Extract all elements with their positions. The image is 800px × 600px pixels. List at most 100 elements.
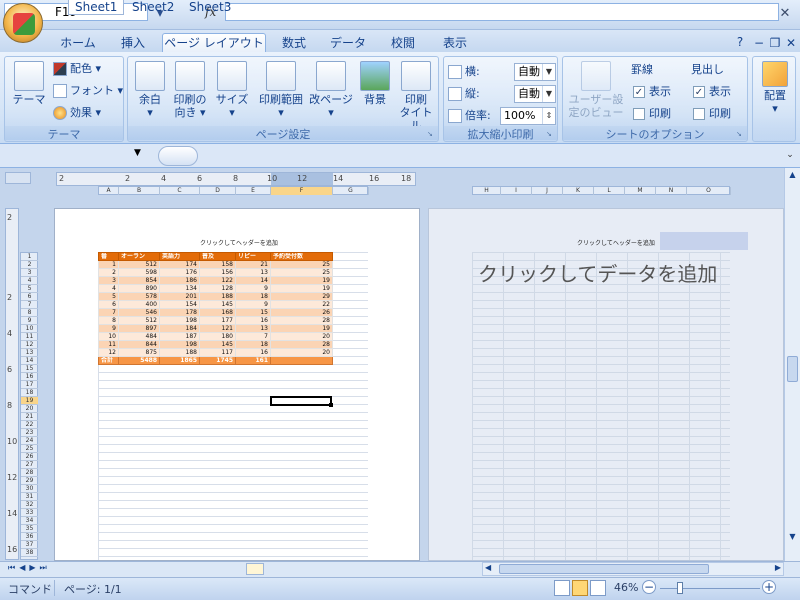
tab-insert[interactable]: 挿入: [110, 34, 156, 52]
fill-handle[interactable]: [329, 403, 333, 407]
headings-show-checkbox[interactable]: ✓ 表示: [693, 83, 731, 101]
table-total-cell[interactable]: 合計: [98, 356, 119, 365]
table-cell[interactable]: 9: [235, 284, 271, 293]
table-cell[interactable]: 854: [118, 276, 160, 285]
column-header[interactable]: E: [236, 187, 271, 195]
zoom-slider-thumb[interactable]: [677, 582, 683, 594]
zoom-in-icon[interactable]: +: [762, 580, 776, 594]
select-all-corner[interactable]: [5, 172, 31, 184]
table-cell[interactable]: 201: [159, 292, 200, 301]
table-cell[interactable]: 156: [199, 268, 236, 277]
sheet-tab-sheet1[interactable]: Sheet1: [68, 0, 125, 15]
table-total-cell[interactable]: 1745: [199, 356, 236, 365]
table-cell[interactable]: 5: [98, 292, 119, 301]
table-cell[interactable]: 10: [98, 332, 119, 341]
table-cell[interactable]: 154: [159, 300, 200, 309]
table-cell[interactable]: 184: [159, 324, 200, 333]
table-header-cell[interactable]: 英語力: [159, 252, 200, 261]
table-cell[interactable]: 134: [159, 284, 200, 293]
expand-formula-bar-icon[interactable]: ⌄: [783, 147, 797, 163]
tab-home[interactable]: ホーム: [50, 34, 106, 52]
theme-colors-button[interactable]: 配色 ▾: [53, 60, 101, 78]
table-cell[interactable]: 484: [118, 332, 160, 341]
margins-button[interactable]: 余白 ▾: [132, 61, 168, 119]
zoom-slider-track[interactable]: [660, 588, 760, 589]
ribbon-restore-button[interactable]: ❐: [768, 34, 782, 52]
ribbon-minimize-button[interactable]: −: [752, 34, 766, 52]
table-cell[interactable]: 128: [199, 284, 236, 293]
column-header[interactable]: O: [687, 187, 731, 195]
row-header[interactable]: 38: [21, 549, 38, 557]
table-cell[interactable]: 198: [159, 316, 200, 325]
table-cell[interactable]: 9: [98, 324, 119, 333]
background-button[interactable]: 背景: [358, 61, 392, 106]
zoom-out-icon[interactable]: −: [642, 580, 656, 594]
table-cell[interactable]: 16: [235, 348, 271, 357]
size-button[interactable]: サイズ ▾: [214, 61, 250, 119]
gridlines-show-checkbox[interactable]: ✓ 表示: [633, 83, 671, 101]
row-header[interactable]: 37: [21, 541, 38, 549]
help-icon[interactable]: ?: [733, 33, 747, 51]
scale-width-select[interactable]: 自動 ▼: [514, 63, 556, 81]
table-cell[interactable]: 8: [98, 316, 119, 325]
table-cell[interactable]: 145: [199, 300, 236, 309]
page-break-preview-icon[interactable]: [590, 580, 606, 596]
table-cell[interactable]: 7: [98, 308, 119, 317]
orientation-button[interactable]: 印刷の 向き ▾: [170, 61, 210, 119]
row-header[interactable]: 10: [21, 325, 38, 333]
table-cell[interactable]: 9: [235, 300, 271, 309]
table-cell[interactable]: 25: [270, 268, 333, 277]
row-header[interactable]: 28: [21, 469, 38, 477]
ribbon-close-button[interactable]: ✕: [784, 34, 798, 52]
table-cell[interactable]: 19: [270, 324, 333, 333]
row-header[interactable]: 35: [21, 525, 38, 533]
table-cell[interactable]: 13: [235, 324, 271, 333]
table-cell[interactable]: 178: [159, 308, 200, 317]
table-cell[interactable]: 158: [199, 260, 236, 269]
row-header[interactable]: 22: [21, 421, 38, 429]
table-cell[interactable]: 186: [159, 276, 200, 285]
row-header[interactable]: 4: [21, 277, 38, 285]
tab-view[interactable]: 表示: [432, 34, 478, 52]
themes-button[interactable]: テーマ: [9, 61, 49, 106]
row-header[interactable]: 26: [21, 453, 38, 461]
table-header-cell[interactable]: 番: [98, 252, 119, 261]
row-header[interactable]: 7: [21, 301, 38, 309]
arrange-button[interactable]: 配置 ▾: [757, 61, 793, 115]
table-cell[interactable]: 187: [159, 332, 200, 341]
table-cell[interactable]: 188: [159, 348, 200, 357]
page-setup-launcher-icon[interactable]: ↘: [427, 130, 436, 139]
normal-view-icon[interactable]: [554, 580, 570, 596]
table-cell[interactable]: 598: [118, 268, 160, 277]
table-cell[interactable]: 512: [118, 260, 160, 269]
breaks-button[interactable]: 改ページ ▾: [308, 61, 354, 119]
gridlines-print-checkbox[interactable]: 印刷: [633, 105, 671, 123]
table-cell[interactable]: 2: [98, 268, 119, 277]
column-header[interactable]: L: [594, 187, 625, 195]
scale-height-select[interactable]: 自動 ▼: [514, 85, 556, 103]
page-layout-view-icon[interactable]: [572, 580, 588, 596]
row-header[interactable]: 32: [21, 501, 38, 509]
column-header[interactable]: A: [99, 187, 119, 195]
table-total-cell[interactable]: 161: [235, 356, 271, 365]
column-header[interactable]: G: [333, 187, 369, 195]
scroll-right-icon[interactable]: ▶: [775, 563, 781, 572]
scroll-down-icon[interactable]: ▼: [787, 532, 798, 544]
row-header[interactable]: 15: [21, 365, 38, 373]
row-header[interactable]: 33: [21, 509, 38, 517]
table-cell[interactable]: 168: [199, 308, 236, 317]
row-header[interactable]: 14: [21, 357, 38, 365]
table-cell[interactable]: 16: [235, 316, 271, 325]
first-sheet-icon[interactable]: ⏮: [8, 563, 19, 572]
table-cell[interactable]: 20: [270, 332, 333, 341]
scale-percent-stepper[interactable]: 100% ⇕: [500, 107, 556, 125]
scroll-up-icon[interactable]: ▲: [787, 170, 798, 182]
sheet-tab-sheet3[interactable]: Sheet3: [183, 0, 237, 15]
column-header[interactable]: I: [501, 187, 532, 195]
table-cell[interactable]: 897: [118, 324, 160, 333]
table-cell[interactable]: 19: [270, 284, 333, 293]
column-header[interactable]: H: [473, 187, 501, 195]
table-cell[interactable]: 14: [235, 276, 271, 285]
row-header[interactable]: 11: [21, 333, 38, 341]
tab-page-layout[interactable]: ページ レイアウト: [162, 33, 266, 53]
